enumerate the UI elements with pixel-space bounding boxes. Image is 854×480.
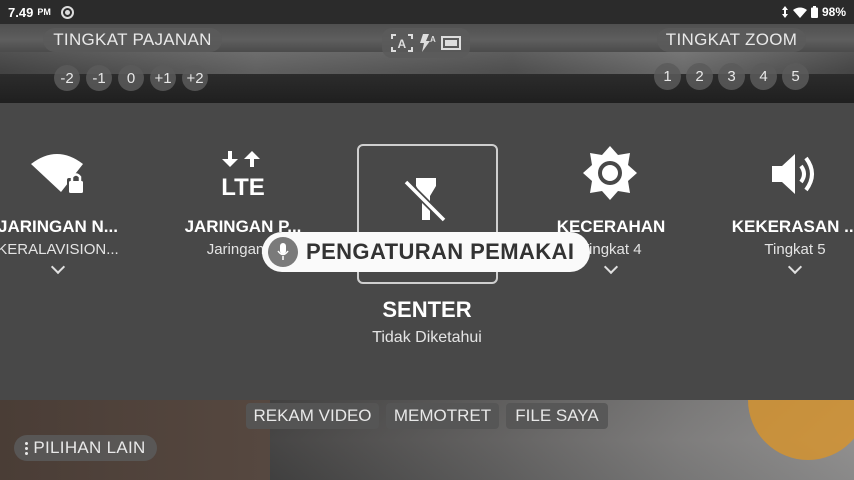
exposure-level-button[interactable]: +1 [150,65,176,91]
status-bar: 7.49 PM 98% [0,0,854,24]
voice-command-overlay: PENGATURAN PEMAKAI [262,232,590,272]
notification-icon [60,5,74,19]
tile-flashlight-title: SENTER [382,297,472,322]
lte-data-icon: LTE [221,151,265,197]
more-options-button[interactable]: PILIHAN LAIN [14,435,157,461]
exposure-level-button[interactable]: -1 [86,65,112,91]
status-right: 98% [781,5,846,19]
zoom-level-button[interactable]: 1 [654,63,681,90]
auto-focus-icon[interactable]: A [391,34,413,52]
flash-auto-icon[interactable]: A [417,34,437,52]
my-files-button[interactable]: FILE SAYA [506,403,608,429]
status-time: 7.49 [8,4,34,20]
tile-volume-title: KEKERASAN ... [731,217,854,236]
wifi-status-icon [792,7,807,18]
tile-volume[interactable]: KEKERASAN ... Tingkat 5 [715,217,854,275]
more-vertical-icon [25,441,29,455]
status-ampm: PM [37,7,51,17]
wifi-locked-icon [31,154,83,193]
tile-wifi[interactable]: JARINGAN N... KERALAVISION... [0,217,138,275]
exposure-label: TINGKAT PAJANAN [43,28,222,52]
zoom-level-button[interactable]: 5 [782,63,809,90]
voice-command-text: PENGATURAN PEMAKAI [306,239,575,264]
chevron-down-icon[interactable] [603,259,619,275]
exposure-level-button[interactable]: -2 [54,65,80,91]
zoom-level-button[interactable]: 2 [686,63,713,90]
data-arrows-icon [781,6,788,18]
exposure-level-button[interactable]: 0 [118,65,144,91]
svg-text:A: A [430,35,436,44]
volume-icon [772,154,814,194]
zoom-level-button[interactable]: 4 [750,63,777,90]
tile-flashlight-subtitle: Tidak Diketahui [372,329,482,346]
chevron-down-icon[interactable] [50,259,66,275]
mic-icon [268,237,298,267]
tile-flashlight[interactable]: SENTER Tidak Diketahui [347,297,507,347]
battery-percent: 98% [821,5,846,19]
zoom-level-button[interactable]: 3 [718,63,745,90]
brightness-icon [583,146,637,200]
exposure-level-button[interactable]: +2 [182,65,208,91]
status-left: 7.49 PM [8,5,74,20]
camera-mode-toggles: A A [382,28,470,58]
flashlight-off-icon [403,178,447,223]
take-photo-button[interactable]: MEMOTRET [386,403,499,429]
record-video-button[interactable]: REKAM VIDEO [246,403,379,429]
tile-wifi-subtitle: KERALAVISION... [0,241,119,258]
battery-icon [810,6,818,18]
lte-text: LTE [221,174,265,197]
tile-wifi-title: JARINGAN N... [0,217,118,236]
more-options-label: PILIHAN LAIN [33,438,146,457]
chevron-down-icon[interactable] [787,259,803,275]
aspect-ratio-icon[interactable] [441,35,461,51]
zoom-label: TINGKAT ZOOM [657,28,806,52]
tile-volume-subtitle: Tingkat 5 [764,241,826,258]
svg-text:A: A [398,37,407,51]
